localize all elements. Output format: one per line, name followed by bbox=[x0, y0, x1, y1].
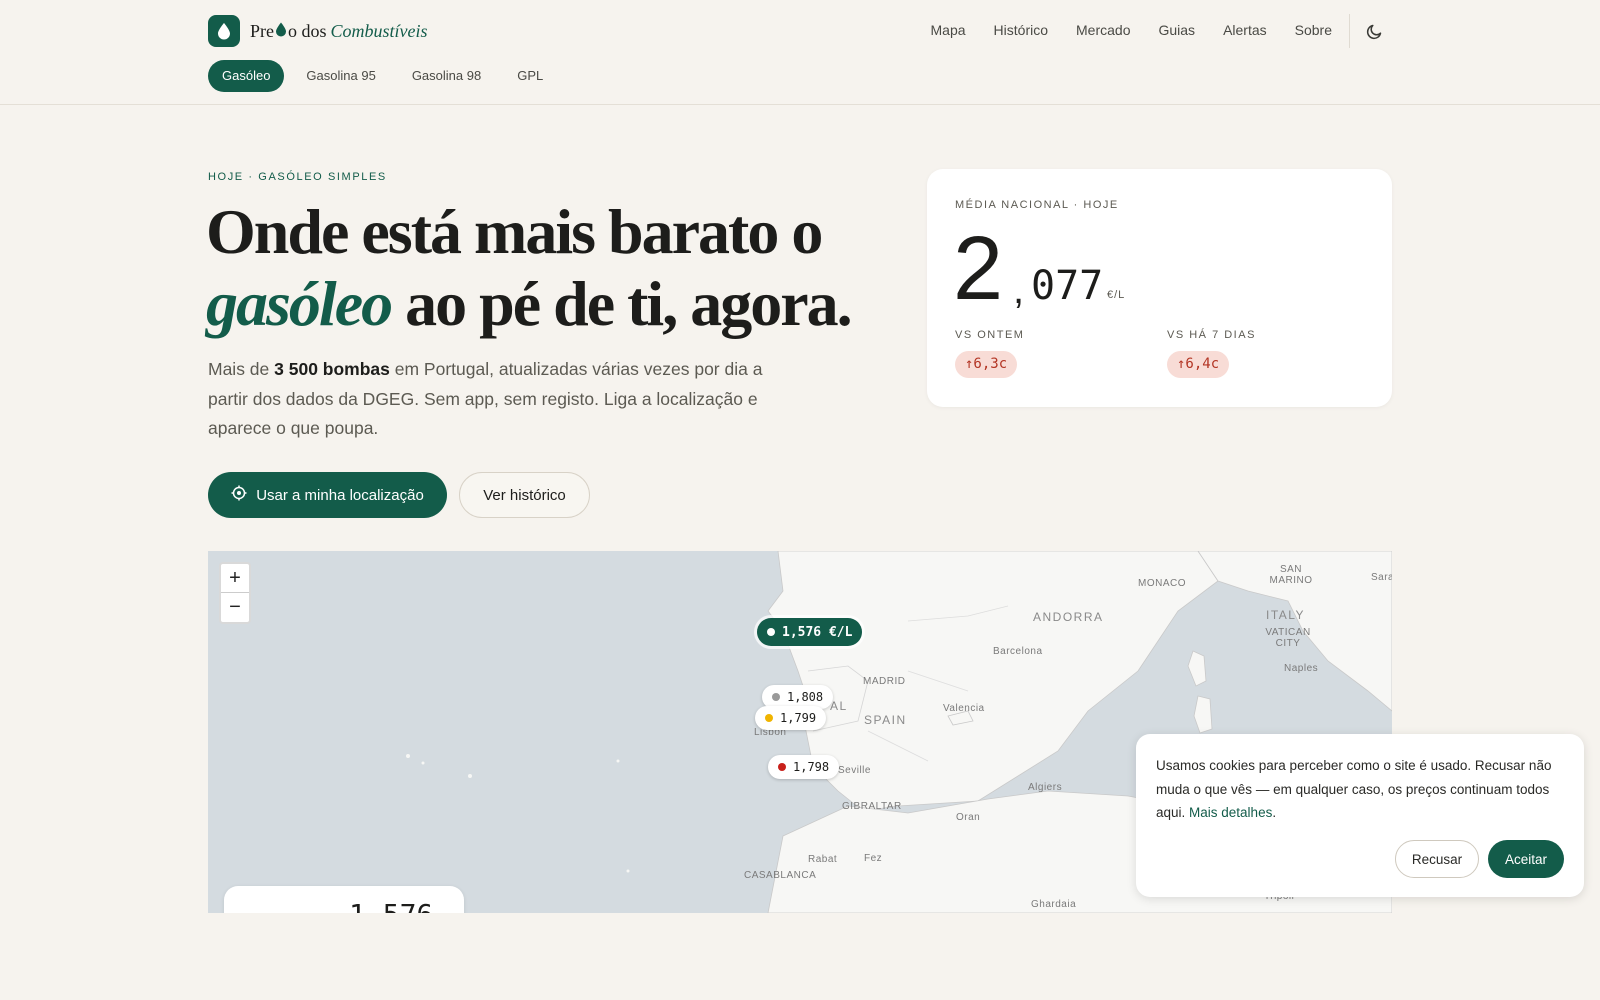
pin-price: 1,808 bbox=[787, 690, 824, 704]
map-city-label: MADRID bbox=[863, 676, 906, 687]
vs-week-label: VS HÁ 7 DIAS bbox=[1167, 329, 1256, 341]
cookie-banner: Usamos cookies para perceber como o site… bbox=[1136, 734, 1584, 897]
vs-week-badge: ↑6,4c bbox=[1167, 351, 1230, 378]
map-city-label: Oran bbox=[956, 812, 981, 823]
pin-dot bbox=[772, 693, 780, 701]
headline-part: ao pé de ti, agora. bbox=[391, 268, 852, 339]
cookie-text: Usamos cookies para perceber como o site… bbox=[1156, 754, 1566, 825]
vs-yesterday-badge: ↑6,3c bbox=[955, 351, 1018, 378]
price-integer: 2 bbox=[953, 219, 1004, 319]
hero-lead: Mais de 3 500 bombas em Portugal, atuali… bbox=[208, 355, 788, 444]
lead-highlight: 3 500 bombas bbox=[274, 359, 390, 379]
headline-highlight: gasóleo bbox=[206, 268, 393, 339]
map-country-label: ITALY bbox=[1266, 608, 1306, 622]
nav-alertas[interactable]: Alertas bbox=[1223, 22, 1267, 38]
price-unit: €/L bbox=[1107, 289, 1126, 301]
map-city-label: Fez bbox=[864, 853, 883, 864]
map-city-label: CASABLANCA bbox=[744, 870, 817, 881]
pin-dot bbox=[767, 628, 775, 636]
map-cheapest-card[interactable]: 1,576 bbox=[224, 886, 464, 913]
map-pin[interactable]: 1,798 bbox=[768, 755, 840, 779]
lead-part: Mais de bbox=[208, 359, 275, 379]
map-pin[interactable]: 1,799 bbox=[755, 706, 827, 730]
brand-logo[interactable]: Pre o dos Combustíveis bbox=[208, 15, 428, 47]
cookie-refuse-button[interactable]: Recusar bbox=[1395, 840, 1479, 878]
price-comma: , bbox=[1013, 268, 1025, 312]
tab-gpl[interactable]: GPL bbox=[503, 60, 557, 92]
nav-historico[interactable]: Histórico bbox=[994, 22, 1048, 38]
map-city-label: Sara bbox=[1371, 572, 1392, 583]
stat-label: MÉDIA NACIONAL · HOJE bbox=[955, 199, 1119, 211]
map-country-label: ANDORRA bbox=[1033, 610, 1104, 624]
tab-gasolina-95[interactable]: Gasolina 95 bbox=[292, 60, 389, 92]
tab-gasolina-98[interactable]: Gasolina 98 bbox=[398, 60, 495, 92]
fuel-tabs: Gasóleo Gasolina 95 Gasolina 98 GPL bbox=[208, 60, 557, 92]
zoom-in-button[interactable]: + bbox=[221, 564, 249, 593]
site-header: Pre o dos Combustíveis Mapa Histórico Me… bbox=[0, 0, 1600, 105]
map-city-label: Ghardaia bbox=[1031, 899, 1077, 910]
use-location-label: Usar a minha localização bbox=[256, 486, 424, 504]
map-city-label: Naples bbox=[1284, 663, 1319, 674]
hero-eyebrow: HOJE · GASÓLEO SIMPLES bbox=[208, 171, 387, 183]
map-city-label: Rabat bbox=[808, 854, 838, 865]
hero-headline: Onde está mais barato o gasóleo ao pé de … bbox=[206, 196, 906, 340]
brand-name: Pre o dos Combustíveis bbox=[250, 21, 428, 42]
use-location-button[interactable]: Usar a minha localização bbox=[208, 472, 447, 518]
drop-icon bbox=[208, 15, 240, 47]
nav-guias[interactable]: Guias bbox=[1158, 22, 1195, 38]
pin-price: 1,576 €/L bbox=[782, 624, 853, 640]
map-card-price: 1,576 bbox=[349, 898, 433, 913]
brand-name-part: Pre bbox=[250, 20, 274, 41]
location-target-icon bbox=[231, 485, 247, 505]
brand-name-part: o dos bbox=[288, 20, 327, 41]
map-city-label: Algiers bbox=[1028, 782, 1063, 793]
view-history-button[interactable]: Ver histórico bbox=[459, 472, 590, 518]
brand-name-part: Combustíveis bbox=[330, 20, 428, 41]
main-nav: Mapa Histórico Mercado Guias Alertas Sob… bbox=[931, 22, 1332, 38]
map-city-label: Seville bbox=[838, 765, 871, 776]
map-city-label: Valencia bbox=[943, 703, 985, 714]
map-country-label: GIBRALTAR bbox=[842, 801, 902, 812]
pin-dot bbox=[778, 763, 786, 771]
national-average-card: MÉDIA NACIONAL · HOJE 2 , 077 €/L VS ONT… bbox=[927, 169, 1392, 407]
map-zoom-control: + − bbox=[219, 562, 251, 624]
cookie-message-end: . bbox=[1272, 805, 1277, 820]
vs-yesterday-label: VS ONTEM bbox=[955, 329, 1025, 341]
map-country-label: SPAIN bbox=[864, 713, 907, 727]
map-country-label: AL bbox=[830, 699, 848, 713]
cookie-accept-button[interactable]: Aceitar bbox=[1488, 840, 1564, 878]
drop-icon bbox=[275, 21, 287, 42]
map-pin-cheapest[interactable]: 1,576 €/L bbox=[757, 618, 863, 646]
zoom-out-button[interactable]: − bbox=[221, 593, 249, 622]
moon-icon[interactable] bbox=[1364, 20, 1386, 42]
pin-price: 1,799 bbox=[780, 711, 817, 725]
map-city-label: Barcelona bbox=[993, 646, 1043, 657]
nav-mapa[interactable]: Mapa bbox=[931, 22, 966, 38]
map-country-label: SAN MARINO bbox=[1269, 564, 1313, 586]
tab-gasoleo[interactable]: Gasóleo bbox=[208, 60, 285, 92]
cookie-details-link[interactable]: Mais detalhes bbox=[1189, 805, 1272, 820]
nav-sobre[interactable]: Sobre bbox=[1295, 22, 1332, 38]
price-decimal: 077 bbox=[1031, 263, 1104, 309]
pin-price: 1,798 bbox=[793, 760, 830, 774]
map-country-label: MONACO bbox=[1138, 578, 1186, 589]
nav-mercado[interactable]: Mercado bbox=[1076, 22, 1130, 38]
map-country-label: VATICAN CITY bbox=[1265, 627, 1311, 649]
headline-part: Onde está mais barato o bbox=[206, 196, 823, 267]
nav-divider bbox=[1349, 14, 1350, 48]
pin-dot bbox=[765, 714, 773, 722]
